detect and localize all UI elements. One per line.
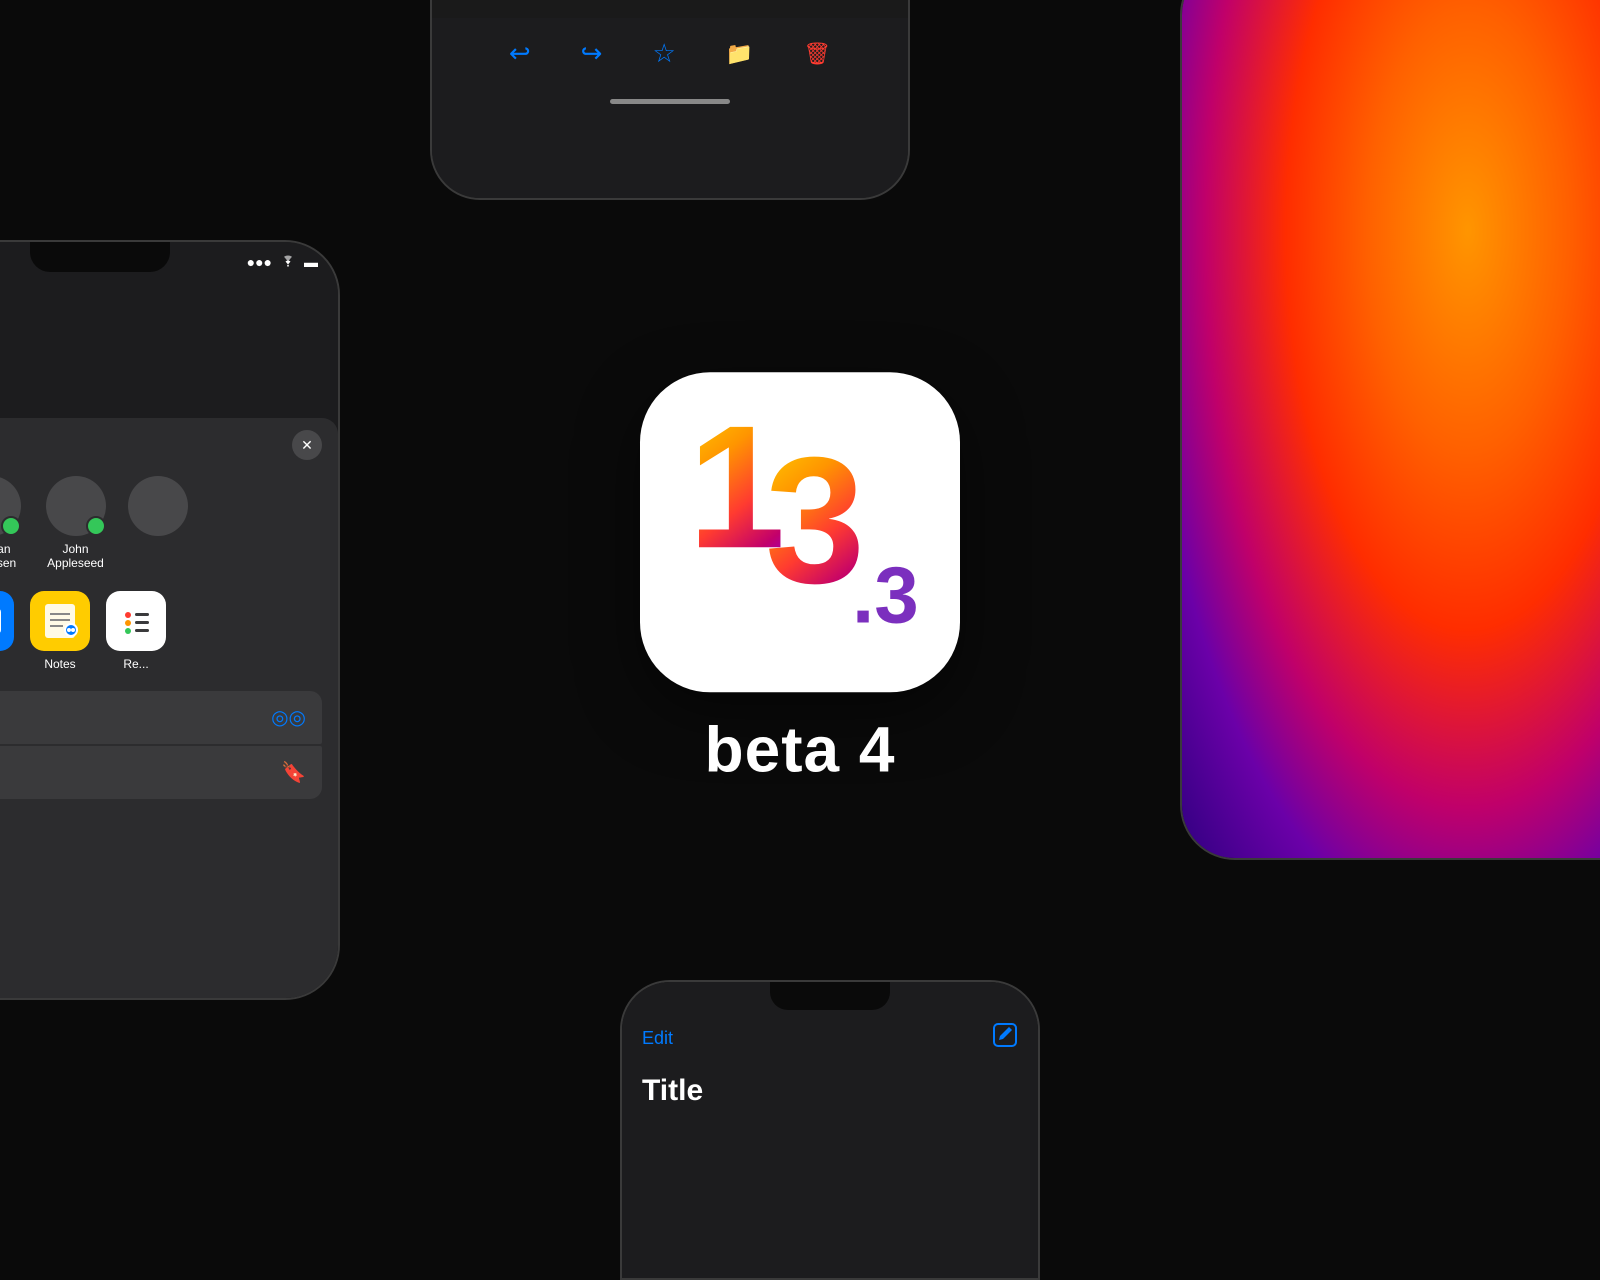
battery-icon: ▬	[304, 254, 318, 270]
contact-item[interactable]: John Appleseed	[43, 476, 108, 571]
trash-icon[interactable]: 🗑	[803, 41, 831, 67]
notch	[770, 982, 890, 1010]
phone-bottom: Edit Title	[620, 980, 1040, 1280]
avatar	[46, 476, 106, 536]
home-indicator	[610, 99, 730, 104]
ios-app-icon: 1 3 .3	[640, 372, 960, 692]
notes-icon	[30, 591, 90, 651]
notch	[30, 242, 170, 272]
notes-edit-bar: Edit	[642, 1022, 1018, 1054]
svg-text:.3: .3	[852, 550, 919, 639]
bookmark-icon: 🔖	[281, 760, 306, 785]
bookmark-action[interactable]: Bookmark 🔖	[0, 746, 322, 799]
message-badge	[1, 516, 21, 536]
redo-icon[interactable]: ↪	[581, 38, 603, 69]
app-icon-notes[interactable]: Notes	[30, 591, 90, 671]
app-icon-reminders[interactable]: Re...	[106, 591, 166, 671]
signal-icon: ●●●	[247, 254, 272, 270]
mail-icon	[0, 591, 14, 651]
toolbar-row: ↩ ↪ ☆ 📁 🗑	[509, 38, 831, 69]
phone-right	[1180, 0, 1600, 860]
phone-left: ●●● ▬ title Options › ✕	[0, 240, 340, 1000]
close-button[interactable]: ✕	[292, 430, 322, 460]
contact-name: John Appleseed	[43, 542, 108, 571]
compose-icon[interactable]	[992, 1022, 1018, 1054]
folder-icon[interactable]: 📁	[726, 41, 753, 67]
contact-item[interactable]: Kristian Andersen	[0, 476, 23, 571]
reminders-icon	[106, 591, 166, 651]
star-icon[interactable]: ☆	[652, 38, 675, 69]
avatar	[128, 476, 188, 536]
contact-item[interactable]	[128, 476, 188, 571]
svg-text:3: 3	[765, 420, 865, 621]
edit-button[interactable]: Edit	[642, 1028, 673, 1049]
center-logo: 1 3 .3 beta 4	[640, 372, 960, 786]
avatar	[0, 476, 21, 536]
app-icon-mail[interactable]: Mail	[0, 591, 14, 671]
contact-name: Kristian Andersen	[0, 542, 23, 571]
action-rows: Reading List ◎◎ Bookmark 🔖	[0, 691, 322, 799]
glasses-icon: ◎◎	[271, 705, 306, 730]
share-sheet: title Options › ✕ Emil Baehr	[0, 418, 338, 998]
message-badge	[86, 516, 106, 536]
app-icons-row: Messages Mail	[0, 591, 322, 671]
beta-label: beta 4	[705, 712, 896, 786]
share-header: title Options › ✕	[0, 430, 322, 460]
phone-top: ↩ ↪ ☆ 📁 🗑	[430, 0, 910, 200]
wifi-icon	[280, 254, 296, 270]
contact-row: Emil Baehr Kristian Andersen John Apples…	[0, 476, 322, 571]
notes-title: Title	[642, 1074, 1018, 1108]
reading-list-action[interactable]: Reading List ◎◎	[0, 691, 322, 744]
notes-label: Notes	[44, 657, 75, 671]
wallpaper	[1182, 0, 1600, 858]
undo-icon[interactable]: ↩	[509, 38, 531, 69]
reminders-label: Re...	[123, 657, 148, 671]
